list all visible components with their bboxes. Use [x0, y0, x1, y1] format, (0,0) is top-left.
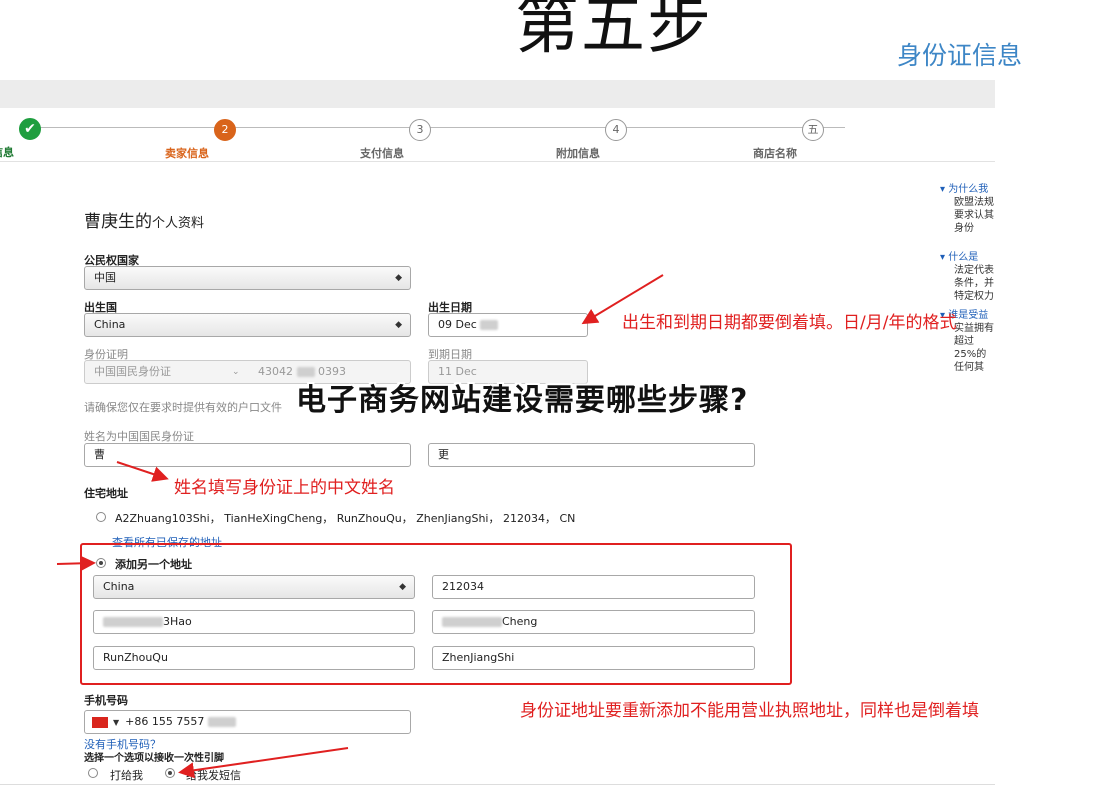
- annotation-arrows: [56, 274, 664, 779]
- arrow-to-surname: [116, 461, 169, 482]
- arrow-to-birth-date: [581, 274, 664, 325]
- arrow-to-sms-option: [178, 747, 349, 779]
- arrow-to-add-address: [56, 555, 96, 572]
